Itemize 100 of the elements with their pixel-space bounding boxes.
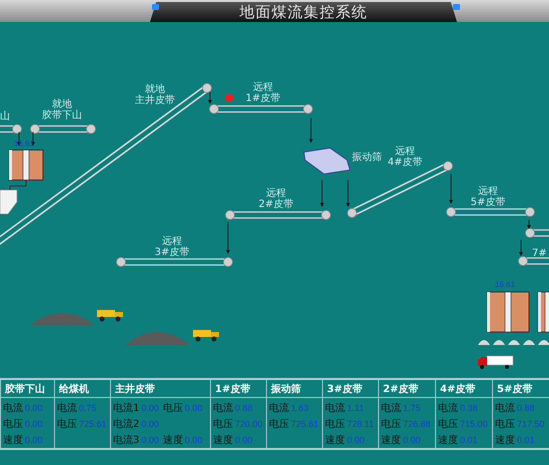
field-label: 电压 — [325, 418, 345, 431]
field-label: 速度 — [325, 434, 345, 447]
belt-label: 主井皮带 — [135, 95, 175, 106]
field-label: 速度 — [495, 434, 515, 447]
field-label: 电流 — [325, 402, 345, 415]
field-value: 726.88 — [403, 419, 431, 429]
field-value: 725.61 — [79, 419, 107, 429]
pile-icon — [508, 340, 520, 345]
field-label: 电流3 — [113, 434, 140, 447]
field-value: 0.75 — [79, 403, 97, 413]
field-label: 电压 — [57, 418, 77, 431]
field-label: 电压 — [381, 418, 401, 431]
arrow-icon — [346, 180, 350, 207]
field-label: 电流 — [269, 402, 289, 415]
field-value: 0.00 — [141, 435, 159, 445]
field-value: 0.00 — [141, 403, 159, 413]
belt-label: 1#皮带 — [246, 93, 280, 104]
conveyor-belt — [525, 228, 549, 238]
column-header: 胶带下山 — [1, 380, 54, 398]
field-label: 电流 — [438, 402, 458, 415]
screen-label: 振动筛 — [352, 152, 382, 163]
field-label: 电压 — [213, 418, 233, 431]
vibrating-screen-icon — [303, 147, 351, 175]
field-value: 0.00 — [25, 435, 43, 445]
field-value: 715.00 — [460, 419, 488, 429]
arrow-icon — [519, 240, 523, 256]
silo-icon — [486, 292, 530, 332]
field-label: 电流 — [57, 402, 77, 415]
field-value: 0.00 — [347, 435, 365, 445]
status-dot — [225, 94, 233, 102]
field-label: 电流 — [213, 402, 233, 415]
control-mode-label: 远程 — [395, 146, 415, 157]
silo-icon — [8, 150, 44, 180]
pile-icon — [523, 340, 535, 345]
field-value: 0.00 — [25, 403, 43, 413]
conveyor-belt — [518, 256, 549, 266]
belt-label: 2#皮带 — [258, 199, 294, 210]
control-mode-label: 就地 — [145, 84, 165, 95]
coal-pile-icon — [125, 332, 190, 345]
column-header: 4#皮带 — [436, 380, 492, 398]
arrow-icon — [309, 118, 313, 143]
field-value: 0.00 — [184, 403, 202, 413]
belt-label: 胶带下山 — [42, 110, 82, 121]
field-value: 0.01 — [460, 435, 478, 445]
belt-label: 3#皮带 — [154, 247, 190, 258]
field-value: 0.00 — [25, 419, 43, 429]
arrow-icon — [208, 92, 212, 104]
field-label: 电流 — [381, 402, 401, 415]
field-label: 电流2 — [113, 418, 140, 431]
field-label: 速度 — [162, 434, 183, 447]
column-header: 2#皮带 — [379, 380, 435, 398]
column-header: 振动筛 — [267, 380, 322, 398]
field-value: 0.00 — [235, 435, 253, 445]
indicator-icon — [152, 4, 159, 10]
silo-reading: 16.61 — [14, 139, 34, 148]
silo-reading: 16.61 — [495, 280, 516, 289]
indicator-icon — [453, 4, 460, 10]
pile-icon — [478, 340, 490, 345]
silo-icon — [538, 292, 549, 332]
column-header: 1#皮带 — [211, 380, 266, 398]
control-mode-label: 远程 — [162, 236, 182, 247]
belt-label: 山 — [0, 111, 10, 122]
field-value: 0.00 — [184, 435, 202, 445]
control-mode-label: 远程 — [253, 82, 273, 93]
arrow-icon — [320, 180, 324, 207]
field-value: 0.88 — [235, 403, 253, 413]
field-value: 720.00 — [235, 419, 263, 429]
field-label: 电压 — [162, 402, 183, 415]
pile-icon — [538, 340, 549, 345]
control-mode-label: 远程 — [478, 186, 498, 197]
hopper-icon — [0, 190, 18, 214]
control-mode-label: 就地 — [52, 99, 72, 110]
field-label: 速度 — [213, 434, 233, 447]
column-header: 3#皮带 — [323, 380, 378, 398]
belt-label: 4#皮带 — [388, 157, 422, 168]
field-label: 速度 — [381, 434, 401, 447]
arrow-icon — [226, 222, 230, 254]
field-label: 速度 — [3, 434, 23, 447]
field-label: 电压 — [3, 418, 23, 431]
field-value: 728.11 — [347, 419, 374, 429]
field-value: 717.50 — [517, 419, 545, 429]
control-mode-label: 远程 — [266, 188, 286, 199]
field-value: 725.61 — [291, 419, 319, 429]
arrow-icon — [527, 220, 531, 229]
dump-truck-icon — [193, 330, 219, 342]
field-value: 0.88 — [517, 403, 535, 413]
coal-pile-icon — [30, 313, 95, 325]
field-value: 0.00 — [403, 435, 421, 445]
field-label: 电压 — [495, 418, 515, 431]
column-header: 5#皮带 — [493, 380, 549, 398]
field-value: 1.63 — [291, 403, 309, 413]
window-title: 地面煤流集控系统 — [240, 2, 368, 22]
truck-icon — [478, 356, 514, 369]
field-label: 电流 — [3, 402, 23, 415]
column-header: 给煤机 — [55, 380, 110, 398]
field-value: 0.38 — [460, 403, 478, 413]
field-label: 电流1 — [113, 402, 140, 415]
field-label: 速度 — [438, 434, 458, 447]
field-value: 1.11 — [347, 403, 364, 413]
pile-icon — [493, 340, 505, 345]
